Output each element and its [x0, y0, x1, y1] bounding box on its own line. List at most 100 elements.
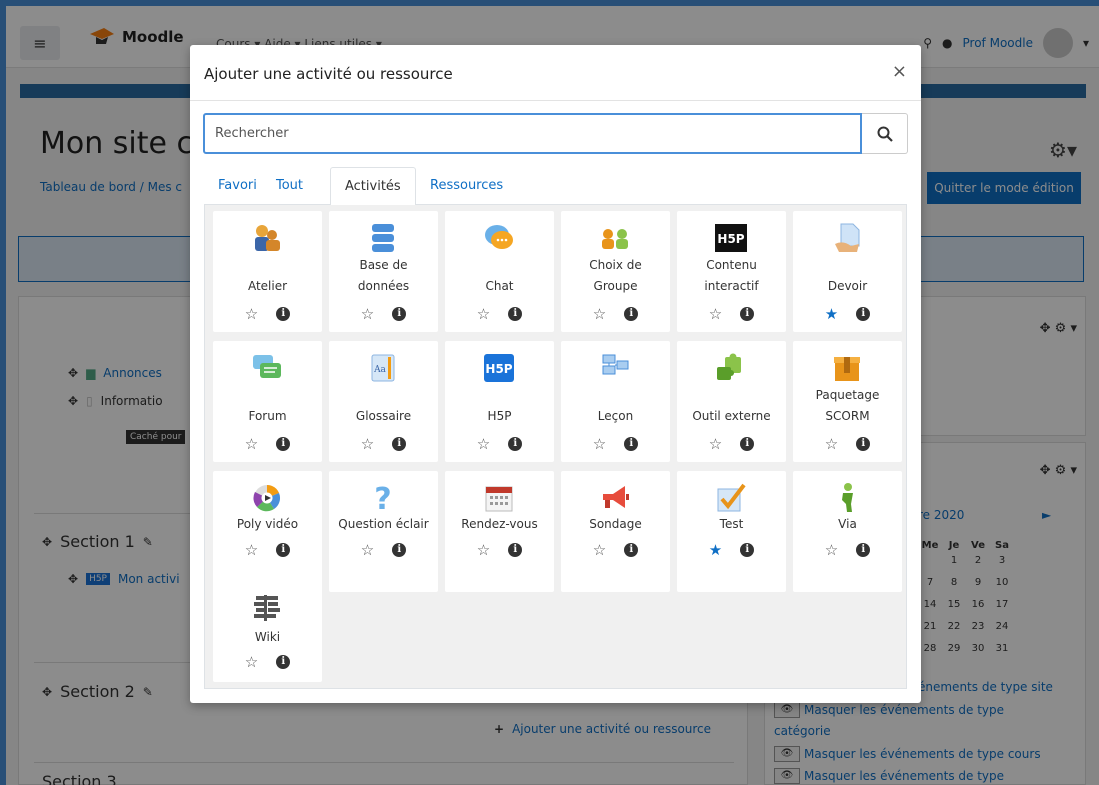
activity-card[interactable]: Poly vidéo ☆ i: [213, 471, 322, 592]
h5p-icon: H5P: [482, 351, 516, 385]
activity-actions: ☆ i: [561, 305, 670, 323]
star-filled-icon[interactable]: ★: [709, 541, 722, 559]
star-filled-icon[interactable]: ★: [825, 305, 838, 323]
activity-label: Wiki: [254, 630, 281, 644]
activity-card[interactable]: Test ★ i: [677, 471, 786, 592]
search-input[interactable]: [203, 113, 862, 154]
star-icon[interactable]: ☆: [709, 435, 722, 453]
activity-card[interactable]: Via ☆ i: [793, 471, 902, 592]
h5p-black-icon: H5P: [714, 221, 748, 255]
info-icon[interactable]: i: [276, 655, 291, 669]
info-icon[interactable]: i: [392, 543, 407, 557]
assignment-icon: [830, 221, 864, 255]
star-icon[interactable]: ☆: [593, 305, 606, 323]
activity-label: Glossaire: [355, 409, 412, 423]
activity-actions: ★ i: [677, 541, 786, 559]
tab-activites[interactable]: Activités: [330, 167, 416, 206]
star-icon[interactable]: ☆: [709, 305, 722, 323]
activity-card[interactable]: H5P Contenu interactif ☆ i: [677, 211, 786, 332]
activity-card[interactable]: H5P H5P ☆ i: [445, 341, 554, 462]
activity-chooser-modal: Ajouter une activité ou ressource × Favo…: [190, 45, 921, 703]
activity-card[interactable]: Sondage ☆ i: [561, 471, 670, 592]
activity-label: Outil externe: [692, 409, 771, 423]
star-icon[interactable]: ☆: [245, 653, 258, 671]
search-button[interactable]: [862, 113, 908, 154]
activity-card[interactable]: Choix de Groupe ☆ i: [561, 211, 670, 332]
info-icon[interactable]: i: [856, 543, 871, 557]
close-icon[interactable]: ×: [892, 61, 907, 82]
info-icon[interactable]: i: [624, 437, 639, 451]
activity-card[interactable]: Wiki ☆ i: [213, 581, 322, 682]
lesson-icon: [598, 351, 632, 385]
activity-actions: ☆ i: [561, 435, 670, 453]
info-icon[interactable]: i: [276, 543, 291, 557]
activity-label: données: [357, 279, 410, 293]
info-icon[interactable]: i: [392, 437, 407, 451]
info-icon[interactable]: i: [624, 543, 639, 557]
tab-ressources[interactable]: Ressources: [416, 167, 517, 205]
info-icon[interactable]: i: [276, 307, 291, 321]
activity-card[interactable]: Paquetage SCORM ☆ i: [793, 341, 902, 462]
info-icon[interactable]: i: [856, 437, 871, 451]
activity-grid: Atelier ☆ i Base de données ☆ i Chat ☆ i Choix de G…: [204, 205, 907, 689]
star-icon[interactable]: ☆: [361, 435, 374, 453]
info-icon[interactable]: i: [508, 307, 523, 321]
activity-card[interactable]: Devoir ★ i: [793, 211, 902, 332]
activity-card[interactable]: Rendez-vous ☆ i: [445, 471, 554, 592]
star-icon[interactable]: ☆: [245, 541, 258, 559]
star-icon[interactable]: ☆: [477, 435, 490, 453]
activity-actions: ★ i: [793, 305, 902, 323]
activity-card[interactable]: Leçon ☆ i: [561, 341, 670, 462]
activity-label: Atelier: [247, 279, 288, 293]
info-icon[interactable]: i: [392, 307, 407, 321]
svg-text:H5P: H5P: [717, 232, 744, 246]
activity-card[interactable]: ? Question éclair ☆ i: [329, 471, 438, 592]
activity-card[interactable]: Chat ☆ i: [445, 211, 554, 332]
star-icon[interactable]: ☆: [361, 541, 374, 559]
star-icon[interactable]: ☆: [825, 435, 838, 453]
info-icon[interactable]: i: [740, 543, 755, 557]
info-icon[interactable]: i: [508, 437, 523, 451]
activity-label: Groupe: [593, 279, 638, 293]
info-icon[interactable]: i: [508, 543, 523, 557]
star-icon[interactable]: ☆: [825, 541, 838, 559]
activity-card[interactable]: Base de données ☆ i: [329, 211, 438, 332]
info-icon[interactable]: i: [740, 307, 755, 321]
activity-actions: ☆ i: [213, 653, 322, 671]
star-icon[interactable]: ☆: [593, 435, 606, 453]
info-icon[interactable]: i: [624, 307, 639, 321]
info-icon[interactable]: i: [856, 307, 871, 321]
svg-text:?: ?: [374, 483, 391, 513]
star-icon[interactable]: ☆: [477, 305, 490, 323]
activity-label: interactif: [704, 279, 759, 293]
star-icon[interactable]: ☆: [245, 305, 258, 323]
puzzle-icon: [714, 351, 748, 385]
modal-header: Ajouter une activité ou ressource ×: [190, 45, 921, 101]
wiki-icon: [250, 591, 284, 625]
activity-actions: ☆ i: [677, 305, 786, 323]
activity-actions: ☆ i: [677, 435, 786, 453]
activity-card[interactable]: Outil externe ☆ i: [677, 341, 786, 462]
star-icon[interactable]: ☆: [361, 305, 374, 323]
activity-label: Chat: [485, 279, 514, 293]
quiz-check-icon: [714, 481, 748, 515]
tab-tout[interactable]: Tout: [262, 167, 317, 205]
activity-label: Via: [838, 517, 857, 531]
tab-favori[interactable]: Favori: [204, 167, 271, 205]
star-icon[interactable]: ☆: [593, 541, 606, 559]
activity-label-line1: Paquetage: [815, 388, 880, 402]
via-person-icon: [830, 481, 864, 515]
activity-card[interactable]: Aa Glossaire ☆ i: [329, 341, 438, 462]
activity-card[interactable]: Forum ☆ i: [213, 341, 322, 462]
database-icon: [366, 221, 400, 255]
activity-actions: ☆ i: [213, 305, 322, 323]
info-icon[interactable]: i: [740, 437, 755, 451]
info-icon[interactable]: i: [276, 437, 291, 451]
activity-actions: ☆ i: [329, 541, 438, 559]
star-icon[interactable]: ☆: [477, 541, 490, 559]
star-icon[interactable]: ☆: [245, 435, 258, 453]
activity-actions: ☆ i: [445, 541, 554, 559]
activity-card[interactable]: Atelier ☆ i: [213, 211, 322, 332]
activity-label: Question éclair: [338, 517, 429, 531]
activity-actions: ☆ i: [329, 435, 438, 453]
